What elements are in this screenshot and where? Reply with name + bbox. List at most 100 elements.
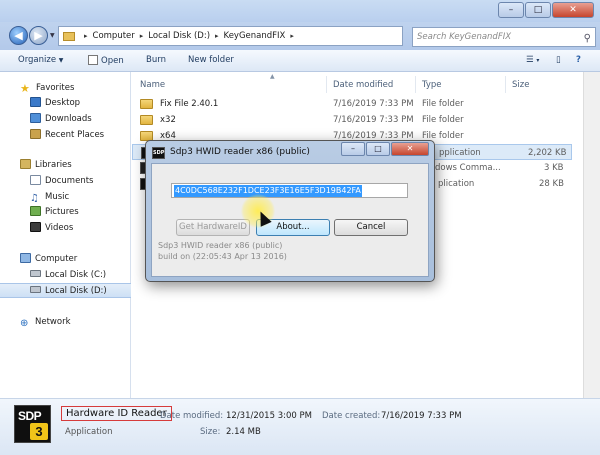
sidebar-item-pictures[interactable]: Pictures [0,205,131,220]
sidebar-item-label: Favorites [36,83,75,93]
build-info-text: build on (22:05:43 Apr 13 2016) [158,252,287,261]
folder-icon [140,115,153,125]
sidebar-item-label: Documents [45,176,94,186]
sidebar-item-favorites[interactable]: ★ Favorites [0,81,131,96]
maximize-button[interactable]: □ [525,2,551,18]
recent-pages-dropdown[interactable]: ▼ [50,32,55,39]
sidebar-item-music[interactable]: ♫ Music [0,190,131,205]
dialog-title: Sdp3 HWID reader x86 (public) [170,147,310,157]
chevron-down-icon: ▼ [58,57,64,64]
breadcrumb-computer[interactable]: Computer [93,31,135,41]
breadcrumb-local-disk-d[interactable]: Local Disk (D:) [148,31,210,41]
search-input[interactable]: Search KeyGenandFIX ⚲ [412,27,596,47]
file-size: 2,202 KB [528,148,567,158]
view-options-button[interactable]: ☰ ▾ [526,55,539,65]
new-folder-button[interactable]: New folder [188,55,234,65]
cancel-button[interactable]: Cancel [334,219,408,236]
vertical-scrollbar[interactable] [583,72,600,398]
file-type: dows Comma... [435,163,501,173]
sidebar-item-label: Desktop [45,98,81,108]
sidebar-item-recent-places[interactable]: Recent Places [0,128,131,143]
downloads-icon [30,113,41,123]
sidebar-item-label: Local Disk (D:) [45,286,107,296]
selected-file-type: Application [65,427,113,437]
app-info-text: Sdp3 HWID reader x86 (public) [158,241,283,250]
column-divider[interactable] [326,76,327,93]
dialog-body: 4C0DC568E232F1DCE23F3E16E5F3D19B42FA Get… [151,163,429,277]
organize-label: Organize [18,55,57,65]
star-icon: ★ [20,82,30,95]
sidebar-item-label: Downloads [45,114,92,124]
burn-button[interactable]: Burn [146,55,166,65]
dialog-minimize-button[interactable]: – [341,142,365,156]
get-hardware-id-button[interactable]: Get HardwareID [176,219,250,236]
dialog-maximize-button[interactable]: □ [366,142,390,156]
file-row[interactable]: x32 7/16/2019 7:33 PM File folder [132,112,572,128]
file-row[interactable]: Fix File 2.40.1 7/16/2019 7:33 PM File f… [132,96,572,112]
dialog-window-controls: – □ ✕ [340,142,429,156]
column-header-date-modified[interactable]: Date modified [333,80,393,90]
close-button[interactable]: ✕ [552,2,594,18]
search-icon[interactable]: ⚲ [584,30,591,48]
application-icon [88,55,98,65]
sidebar-item-documents[interactable]: Documents [0,174,131,189]
view-icon: ☰ [526,55,534,65]
computer-icon [20,253,31,263]
column-divider[interactable] [415,76,416,93]
help-button[interactable]: ? [576,55,581,65]
recent-places-icon [30,129,41,139]
music-icon: ♫ [30,193,39,204]
file-type: plication [438,179,475,189]
file-type: File folder [422,115,464,125]
back-button[interactable]: ◀ [9,26,28,45]
hardware-id-field[interactable]: 4C0DC568E232F1DCE23F3E16E5F3D19B42FA [171,183,408,198]
selected-file-name: Hardware ID Reader [61,406,172,421]
window-titlebar: – □ ✕ [0,0,600,22]
sidebar-item-desktop[interactable]: Desktop [0,96,131,111]
sidebar-item-label: Libraries [35,160,72,170]
hardware-id-value: 4C0DC568E232F1DCE23F3E16E5F3D19B42FA [174,185,362,197]
breadcrumb-keygenandfix[interactable]: KeyGenandFIX [224,31,286,41]
desktop-icon [30,97,41,107]
sidebar-item-downloads[interactable]: Downloads [0,112,131,127]
sidebar-item-local-disk-c[interactable]: Local Disk (C:) [0,268,131,283]
sidebar-item-label: Network [35,317,71,327]
date-modified-label: Date modified: [160,411,224,421]
forward-button[interactable]: ▶ [29,26,48,45]
breadcrumb-separator: ▸ [84,32,88,40]
organize-button[interactable]: Organize ▼ [18,55,63,65]
sidebar-item-local-disk-d[interactable]: Local Disk (D:) [0,283,131,298]
address-input[interactable]: ▸ Computer ▸ Local Disk (D:) ▸ KeyGenand… [58,26,403,46]
breadcrumb-separator: ▸ [215,32,219,40]
details-pane: SDP 3 Hardware ID Reader Application Dat… [0,398,600,455]
sidebar-item-network[interactable]: ⊕ Network [0,315,131,330]
sidebar-item-label: Videos [45,223,74,233]
breadcrumb-separator: ▸ [290,32,294,40]
sidebar-item-computer[interactable]: Computer [0,252,131,267]
hard-drive-icon [30,270,41,277]
minimize-button[interactable]: – [498,2,524,18]
open-label: Open [101,56,124,66]
file-name: x32 [160,115,176,125]
sidebar-item-label: Local Disk (C:) [45,270,107,280]
logo-text: SDP [18,409,42,423]
sidebar-item-label: Music [45,192,70,202]
file-date: 7/16/2019 7:33 PM [333,115,414,125]
column-header-size[interactable]: Size [512,80,529,90]
sidebar-item-videos[interactable]: Videos [0,221,131,236]
file-type: File folder [422,99,464,109]
size-value: 2.14 MB [226,427,261,437]
logo-number: 3 [30,423,48,440]
libraries-icon [20,159,31,169]
file-size: 3 KB [544,163,564,173]
sort-ascending-icon: ▲ [270,73,275,80]
column-header-name[interactable]: Name [140,80,165,90]
sidebar-item-libraries[interactable]: Libraries [0,158,131,173]
open-button[interactable]: Open [88,55,124,66]
column-header-type[interactable]: Type [422,80,442,90]
navigation-pane: ★ Favorites Desktop Downloads Recent Plac… [0,72,131,398]
column-divider[interactable] [505,76,506,93]
preview-pane-button[interactable]: ▯ [556,55,561,65]
sidebar-item-label: Recent Places [45,130,105,140]
dialog-close-button[interactable]: ✕ [391,142,429,156]
